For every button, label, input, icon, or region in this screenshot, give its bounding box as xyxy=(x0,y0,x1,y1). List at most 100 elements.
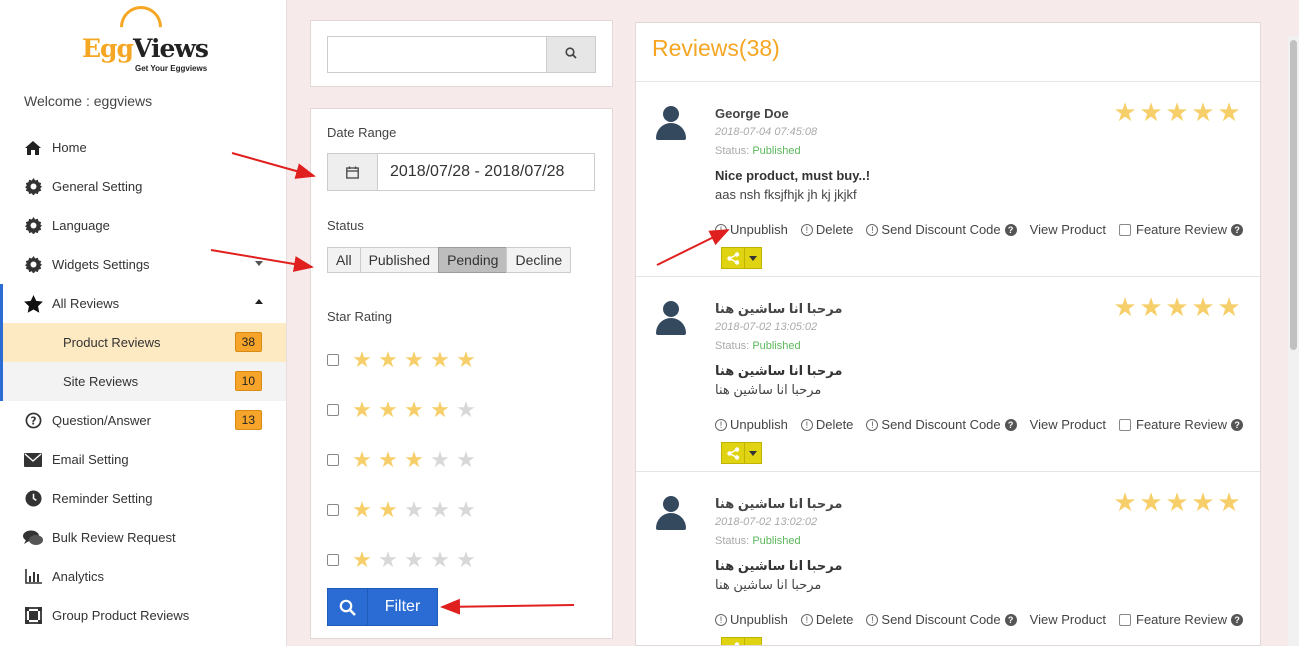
page-scrollbar[interactable] xyxy=(1288,36,1299,646)
star-filter-checkbox[interactable] xyxy=(327,404,339,416)
star-empty-icon: ★ xyxy=(378,547,398,572)
share-dropdown[interactable] xyxy=(721,247,762,269)
sidebar-nav: Home General Setting Language Widgets Se… xyxy=(0,128,286,635)
exclamation-circle-icon: ! xyxy=(715,613,727,626)
review-body: مرحبا انا ساشين هنا xyxy=(715,577,822,592)
unpublish-link[interactable]: ! Unpublish xyxy=(715,417,788,432)
star-icon: ★ xyxy=(1165,292,1189,322)
star-empty-icon: ★ xyxy=(430,547,450,572)
send-discount-code-link[interactable]: ! Send Discount Code? xyxy=(866,222,1017,237)
search-icon xyxy=(565,47,577,62)
chevron-up-icon[interactable] xyxy=(255,299,263,304)
feature-review-option: Feature Review? xyxy=(1119,222,1244,237)
star-icon: ★ xyxy=(1139,487,1163,517)
help-icon[interactable]: ? xyxy=(1231,418,1244,431)
star-rating-display: ★ ★ ★ ★ ★ xyxy=(349,449,479,471)
envelope-icon xyxy=(23,451,43,469)
chevron-down-icon[interactable] xyxy=(255,261,263,266)
feature-review-checkbox[interactable] xyxy=(1119,418,1132,431)
send-discount-code-link[interactable]: ! Send Discount Code? xyxy=(866,417,1017,432)
sidebar-item-site-reviews[interactable]: Site Reviews 10 xyxy=(0,362,286,401)
sidebar-item-widgets-settings[interactable]: Widgets Settings xyxy=(0,245,286,284)
view-product-link[interactable]: View Product xyxy=(1030,612,1106,627)
count-badge: 13 xyxy=(234,410,262,430)
delete-link[interactable]: ! Delete xyxy=(800,612,853,627)
star-empty-icon: ★ xyxy=(456,447,476,472)
share-icon[interactable] xyxy=(722,443,745,463)
sidebar-item-all-reviews[interactable]: All Reviews xyxy=(0,284,286,323)
star-rating-display: ★ ★ ★ ★ ★ xyxy=(349,499,479,521)
share-dropdown[interactable] xyxy=(721,442,762,464)
sidebar-item-label: Bulk Review Request xyxy=(52,530,176,545)
search-panel xyxy=(310,20,613,87)
sidebar-item-reminder-setting[interactable]: Reminder Setting xyxy=(0,479,286,518)
gear-icon xyxy=(23,217,43,235)
star-icon: ★ xyxy=(1139,292,1163,322)
help-icon[interactable]: ? xyxy=(1004,223,1017,236)
reviewer-name: مرحبا انا ساشين هنا xyxy=(715,496,843,511)
status-button-group: All Published Pending Decline xyxy=(327,247,572,273)
star-filter-checkbox[interactable] xyxy=(327,454,339,466)
star-filter-checkbox[interactable] xyxy=(327,554,339,566)
sidebar-item-email-setting[interactable]: Email Setting xyxy=(0,440,286,479)
feature-review-checkbox[interactable] xyxy=(1119,223,1132,236)
review-item: George Doe 2018-07-04 07:45:08 Status: P… xyxy=(636,82,1260,277)
star-icon: ★ xyxy=(1217,97,1241,127)
sidebar-item-language[interactable]: Language xyxy=(0,206,286,245)
star-icon: ★ xyxy=(352,347,372,372)
date-range-value[interactable]: 2018/07/28 - 2018/07/28 xyxy=(378,154,594,190)
delete-link[interactable]: ! Delete xyxy=(800,417,853,432)
help-icon[interactable]: ? xyxy=(1231,613,1244,626)
unpublish-link[interactable]: ! Unpublish xyxy=(715,612,788,627)
chevron-down-icon[interactable] xyxy=(745,443,761,463)
search-input[interactable] xyxy=(327,36,547,73)
status-all-button[interactable]: All xyxy=(327,247,361,273)
help-icon[interactable]: ? xyxy=(1231,223,1244,236)
share-icon[interactable] xyxy=(722,638,745,645)
unpublish-link[interactable]: ! Unpublish xyxy=(715,222,788,237)
search-button[interactable] xyxy=(546,36,596,73)
sidebar-item-general-setting[interactable]: General Setting xyxy=(0,167,286,206)
share-dropdown[interactable] xyxy=(721,637,762,645)
star-empty-icon: ★ xyxy=(430,447,450,472)
filter-button[interactable]: Filter xyxy=(327,588,438,626)
help-icon[interactable]: ? xyxy=(1004,613,1017,626)
view-product-link[interactable]: View Product xyxy=(1030,222,1106,237)
user-avatar-icon xyxy=(656,496,686,530)
view-product-link[interactable]: View Product xyxy=(1030,417,1106,432)
eggviews-logo[interactable]: EggViews Get Your Eggviews xyxy=(82,0,209,73)
star-icon: ★ xyxy=(1165,97,1189,127)
sidebar-item-bulk-review-request[interactable]: Bulk Review Request xyxy=(0,518,286,557)
feature-review-checkbox[interactable] xyxy=(1119,613,1132,626)
status-pending-button[interactable]: Pending xyxy=(438,247,508,273)
gear-icon xyxy=(23,178,43,196)
star-icon: ★ xyxy=(378,497,398,522)
star-empty-icon: ★ xyxy=(456,497,476,522)
calendar-icon[interactable] xyxy=(328,154,378,190)
send-discount-code-link[interactable]: ! Send Discount Code? xyxy=(866,612,1017,627)
status-published-button[interactable]: Published xyxy=(359,247,440,273)
star-icon: ★ xyxy=(1139,97,1163,127)
scrollbar-thumb[interactable] xyxy=(1290,40,1297,350)
status-decline-button[interactable]: Decline xyxy=(506,247,572,273)
sidebar-item-product-reviews[interactable]: Product Reviews 38 xyxy=(0,323,286,362)
share-icon[interactable] xyxy=(722,248,745,268)
date-range-field[interactable]: 2018/07/28 - 2018/07/28 xyxy=(327,153,595,191)
sidebar-item-home[interactable]: Home xyxy=(0,128,286,167)
review-status: Status: Published xyxy=(715,535,801,547)
sidebar-item-analytics[interactable]: Analytics xyxy=(0,557,286,596)
star-icon: ★ xyxy=(352,397,372,422)
exclamation-circle-icon: ! xyxy=(715,223,727,236)
review-actions: ! Unpublish ! Delete ! Send Discount Code? … xyxy=(715,222,1256,237)
star-filter-checkbox[interactable] xyxy=(327,354,339,366)
star-filter-checkbox[interactable] xyxy=(327,504,339,516)
help-icon[interactable]: ? xyxy=(1004,418,1017,431)
review-body: مرحبا انا ساشين هنا xyxy=(715,382,822,397)
delete-link[interactable]: ! Delete xyxy=(800,222,853,237)
star-icon: ★ xyxy=(352,547,372,572)
chevron-down-icon[interactable] xyxy=(745,638,761,645)
review-rating: ★ ★ ★ ★ ★ xyxy=(1112,294,1242,320)
sidebar-item-question-answer[interactable]: ? Question/Answer 13 xyxy=(0,401,286,440)
chevron-down-icon[interactable] xyxy=(745,248,761,268)
sidebar-item-group-product-reviews[interactable]: Group Product Reviews xyxy=(0,596,286,635)
